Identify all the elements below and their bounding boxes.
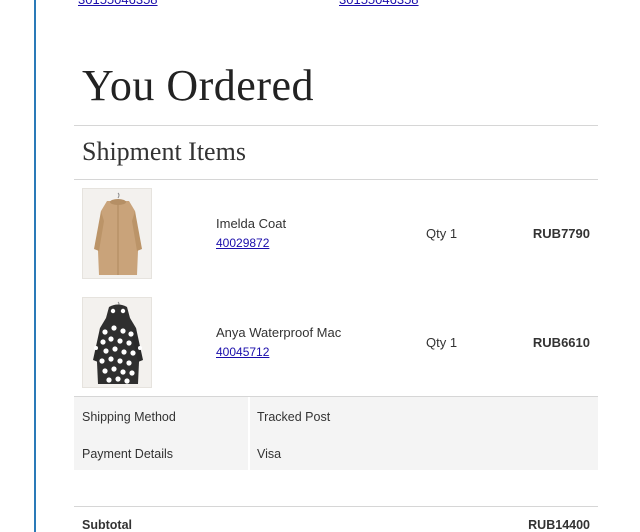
subtotal-label: Subtotal	[82, 518, 132, 532]
item-code-link[interactable]: 40029872	[216, 236, 269, 250]
order-link-1[interactable]: 30155046358	[78, 0, 158, 7]
shipping-method-label: Shipping Method	[82, 410, 176, 424]
details-column-divider	[248, 397, 250, 470]
item-qty: Qty 1	[426, 335, 458, 350]
title-divider	[74, 125, 598, 126]
item-price: RUB6610	[532, 335, 590, 350]
subtotal-divider	[74, 506, 598, 507]
payment-details-label: Payment Details	[82, 447, 174, 461]
order-item: Anya Waterproof Mac 40045712 Qty 1 RUB66…	[74, 289, 598, 397]
order-item: Imelda Coat 40029872 Qty 1 RUB7790	[74, 180, 598, 288]
product-image-camel-coat[interactable]	[82, 188, 152, 279]
order-link-2[interactable]: 30155046358	[339, 0, 419, 7]
order-details-panel: Shipping Method Tracked Post Payment Det…	[74, 397, 598, 470]
subtotal-value: RUB14400	[528, 518, 590, 532]
item-qty: Qty 1	[426, 226, 458, 241]
payment-details-value: Visa	[257, 447, 282, 461]
item-price: RUB7790	[532, 226, 590, 241]
shipping-method-value: Tracked Post	[257, 410, 331, 424]
shipment-items-heading: Shipment Items	[82, 137, 246, 166]
item-name: Anya Waterproof Mac	[216, 325, 342, 340]
item-name: Imelda Coat	[216, 216, 287, 231]
product-image-polka-mac[interactable]	[82, 297, 152, 388]
page-title: You Ordered	[82, 61, 315, 110]
left-accent-rule	[34, 0, 36, 532]
top-links-row: 30155046358 30155046358	[78, 0, 598, 7]
item-code-link[interactable]: 40045712	[216, 345, 269, 359]
